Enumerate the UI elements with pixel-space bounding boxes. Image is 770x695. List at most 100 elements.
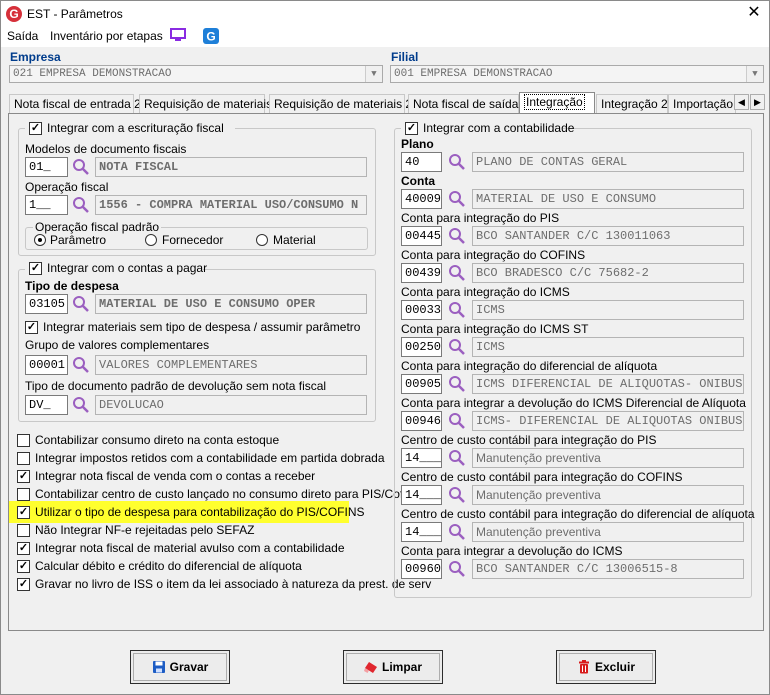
conta-code-field[interactable]: 40009 xyxy=(401,189,442,209)
option-checkbox[interactable] xyxy=(17,434,30,447)
title-bar: G EST - Parâmetros ✕ xyxy=(1,1,769,27)
tab-requisicao-materiais[interactable]: Requisição de materiais xyxy=(139,94,272,114)
fiscal-group-header: ✓ Integrar com a escrituração fiscal xyxy=(25,121,235,135)
search-icon[interactable] xyxy=(448,338,466,356)
conta-row-desc: BCO BRADESCO C/C 75682-2 xyxy=(472,263,744,283)
grupo-valores-desc: VALORES COMPLEMENTARES xyxy=(95,355,367,375)
conta-row-label: Conta para integração do COFINS xyxy=(401,248,586,262)
search-icon[interactable] xyxy=(448,264,466,282)
menu-saida[interactable]: Saída xyxy=(7,29,38,43)
conta-label: Conta xyxy=(401,174,435,188)
sem-tipo-checkbox[interactable]: ✓ xyxy=(25,321,38,334)
monitor-icon[interactable] xyxy=(170,28,186,42)
option-label: Contabilizar consumo direto na conta est… xyxy=(35,433,280,447)
search-icon[interactable] xyxy=(72,295,90,313)
conta-row-desc: ICMS DIFERENCIAL DE ALIQUOTAS- ONIBUS xyxy=(472,374,744,394)
menu-inventario[interactable]: Inventário por etapas xyxy=(50,29,163,43)
search-icon[interactable] xyxy=(448,190,466,208)
fiscal-checkbox[interactable]: ✓ xyxy=(29,122,42,135)
tab-importacao[interactable]: Importação XI xyxy=(668,94,736,114)
search-icon[interactable] xyxy=(72,196,90,214)
g-logo-icon[interactable]: G xyxy=(203,28,219,44)
option-checkbox[interactable] xyxy=(17,488,30,501)
radio-fornecedor[interactable] xyxy=(145,234,157,246)
search-icon[interactable] xyxy=(72,158,90,176)
app-logo-icon: G xyxy=(6,6,22,22)
tipo-despesa-code-field[interactable]: 03105 xyxy=(25,294,68,314)
search-icon[interactable] xyxy=(448,153,466,171)
plano-code-field[interactable]: 40 xyxy=(401,152,442,172)
pagar-group-header: ✓ Integrar com o contas a pagar xyxy=(25,261,207,275)
option-checkbox[interactable]: ✓ xyxy=(17,506,30,519)
option-checkbox[interactable]: ✓ xyxy=(17,470,30,483)
devolucao-code-field[interactable]: DV_ xyxy=(25,395,68,415)
search-icon[interactable] xyxy=(448,523,466,541)
tab-integracao-label: Integração xyxy=(524,94,585,110)
gravar-button[interactable]: Gravar xyxy=(130,650,230,684)
search-icon[interactable] xyxy=(448,412,466,430)
radio-parametro[interactable] xyxy=(34,234,46,246)
excluir-button[interactable]: Excluir xyxy=(556,650,656,684)
chevron-down-icon: ▼ xyxy=(746,66,763,82)
option-checkbox[interactable] xyxy=(17,452,30,465)
conta-row-code-field[interactable]: 00960 xyxy=(401,559,442,579)
filial-value: 001 EMPRESA DEMONSTRACAO xyxy=(394,68,553,80)
conta-row-desc: ICMS xyxy=(472,337,744,357)
conta-row-code-field[interactable]: 14___ xyxy=(401,485,442,505)
conta-row-code-field[interactable]: 14___ xyxy=(401,448,442,468)
grupo-valores-code-field[interactable]: 00001 xyxy=(25,355,68,375)
conta-row-desc: Manutenção preventiva xyxy=(472,522,744,542)
modelos-code-field[interactable]: 01_ xyxy=(25,157,68,177)
search-icon[interactable] xyxy=(448,449,466,467)
excluir-button-focus xyxy=(559,653,653,681)
conta-row-code-field[interactable]: 14___ xyxy=(401,522,442,542)
conta-row-code-field[interactable]: 00445 xyxy=(401,226,442,246)
conta-row-label: Conta para integrar a devolução do ICMS xyxy=(401,544,623,558)
search-icon[interactable] xyxy=(448,301,466,319)
option-checkbox[interactable]: ✓ xyxy=(17,560,30,573)
chevron-down-icon: ▼ xyxy=(365,66,382,82)
search-icon[interactable] xyxy=(448,560,466,578)
conta-row-label: Conta para integração do PIS xyxy=(401,211,560,225)
filial-select[interactable]: 001 EMPRESA DEMONSTRACAO ▼ xyxy=(390,65,764,83)
limpar-button[interactable]: Limpar xyxy=(343,650,443,684)
option-checkbox[interactable]: ✓ xyxy=(17,542,30,555)
search-icon[interactable] xyxy=(72,356,90,374)
tab-scroll-right-icon[interactable]: ▶ xyxy=(750,94,765,110)
radio-material[interactable] xyxy=(256,234,268,246)
svg-text:G: G xyxy=(206,30,215,44)
search-icon[interactable] xyxy=(72,396,90,414)
plano-label: Plano xyxy=(401,137,434,151)
search-icon[interactable] xyxy=(448,375,466,393)
conta-row-code-field[interactable]: 00250 xyxy=(401,337,442,357)
conta-row-code-field[interactable]: 00946 xyxy=(401,411,442,431)
empresa-value: 021 EMPRESA DEMONSTRACAO xyxy=(13,68,172,80)
window-title: EST - Parâmetros xyxy=(27,7,123,21)
conta-row-desc: ICMS- DIFERENCIAL DE ALIQUOTAS ONIBUS xyxy=(472,411,744,431)
radio-fornecedor-label: Fornecedor xyxy=(162,233,224,247)
grupo-valores-label: Grupo de valores complementares xyxy=(25,338,210,352)
tab-integracao[interactable]: Integração xyxy=(519,92,595,114)
option-checkbox[interactable] xyxy=(17,524,30,537)
conta-row-code-field[interactable]: 00905 xyxy=(401,374,442,394)
search-icon[interactable] xyxy=(448,486,466,504)
plano-desc: PLANO DE CONTAS GERAL xyxy=(472,152,744,172)
pagar-checkbox[interactable]: ✓ xyxy=(29,262,42,275)
tab-scroll-left-icon[interactable]: ◀ xyxy=(734,94,749,110)
close-icon[interactable]: ✕ xyxy=(743,3,765,25)
tab-nota-fiscal-saida[interactable]: Nota fiscal de saída xyxy=(408,94,519,114)
tab-nota-fiscal-entrada-2[interactable]: Nota fiscal de entrada 2 xyxy=(9,94,141,114)
conta-row-code-field[interactable]: 00439 xyxy=(401,263,442,283)
operacao-code-field[interactable]: 1__ xyxy=(25,195,68,215)
conta-row-code-field[interactable]: 00033 xyxy=(401,300,442,320)
option-label: Integrar nota fiscal de material avulso … xyxy=(35,541,345,555)
tab-integracao-2[interactable]: Integração 2 xyxy=(596,94,668,114)
empresa-select[interactable]: 021 EMPRESA DEMONSTRACAO ▼ xyxy=(9,65,383,83)
contabilidade-checkbox[interactable]: ✓ xyxy=(405,122,418,135)
search-icon[interactable] xyxy=(448,227,466,245)
conta-row-label: Centro de custo contábil para integração… xyxy=(401,507,755,521)
conta-row-label: Conta para integrar a devolução do ICMS … xyxy=(401,396,746,410)
tab-requisicao-materiais-2[interactable]: Requisição de materiais 2 xyxy=(269,94,412,114)
fiscal-checkbox-label: Integrar com a escrituração fiscal xyxy=(47,121,224,135)
option-checkbox[interactable]: ✓ xyxy=(17,578,30,591)
